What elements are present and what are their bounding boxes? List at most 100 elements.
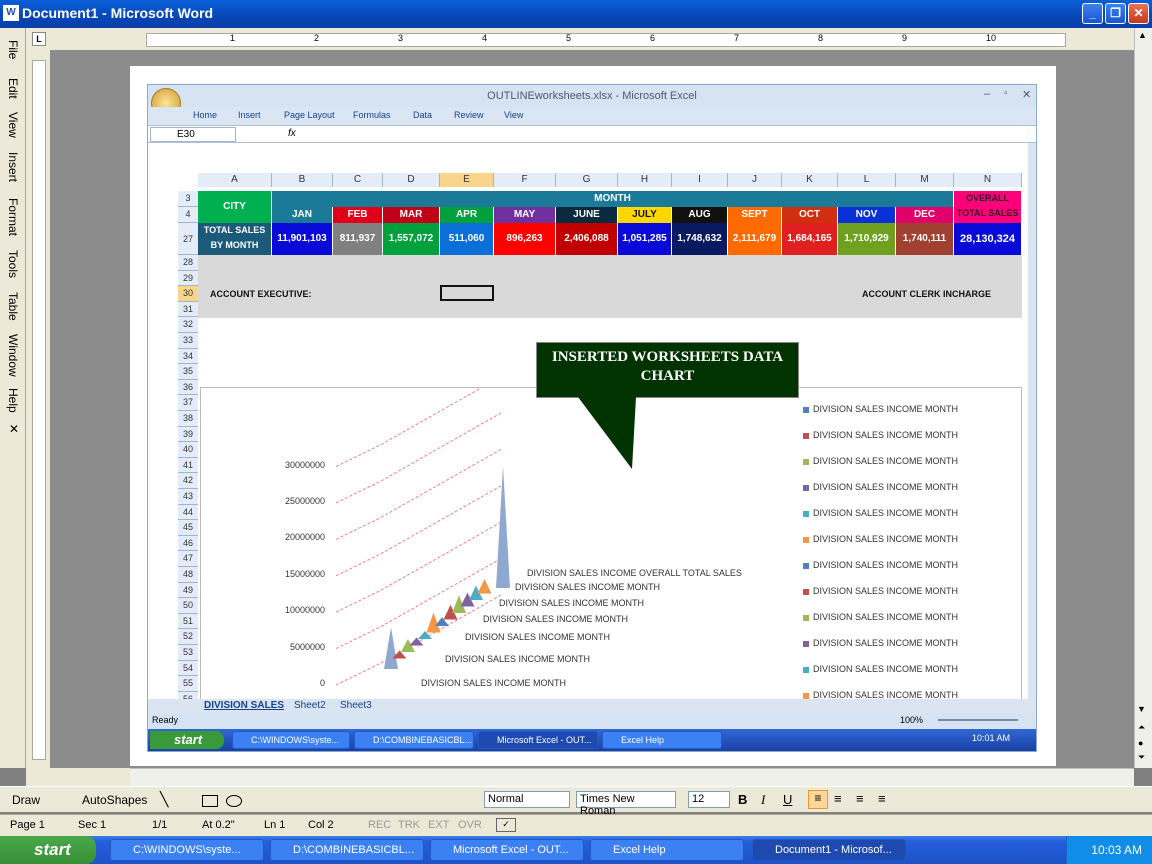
row-header-40[interactable]: 40 <box>178 442 198 458</box>
row-header-53[interactable]: 53 <box>178 645 198 661</box>
row-header-51[interactable]: 51 <box>178 613 198 630</box>
menu-table[interactable]: Table <box>6 292 20 321</box>
task-word[interactable]: Document1 - Microsof... <box>752 839 906 861</box>
column-header-c[interactable]: C <box>333 173 383 187</box>
excel-close-icon[interactable]: ✕ <box>1022 88 1031 101</box>
ribbon-tab-view[interactable]: View <box>504 110 523 120</box>
excel-max-icon[interactable]: ▫ <box>1004 88 1008 99</box>
column-header-d[interactable]: D <box>383 173 440 187</box>
menu-format[interactable]: Format <box>6 198 20 236</box>
column-header-i[interactable]: I <box>672 173 728 187</box>
view-buttons[interactable] <box>26 768 130 786</box>
row-header-50[interactable]: 50 <box>178 598 198 614</box>
align-right-button[interactable]: ≡ <box>856 791 864 806</box>
row-header-32[interactable]: 32 <box>178 317 198 333</box>
column-header-b[interactable]: B <box>272 173 333 187</box>
font-box[interactable]: Times New Roman <box>576 791 676 817</box>
status-rec[interactable]: REC <box>368 819 391 831</box>
vertical-ruler[interactable] <box>26 50 50 768</box>
menu-file[interactable]: File <box>6 40 20 59</box>
row-header-39[interactable]: 39 <box>178 426 198 443</box>
row-header-41[interactable]: 41 <box>178 457 198 474</box>
row-header-42[interactable]: 42 <box>178 473 198 489</box>
ribbon-tab-page-layout[interactable]: Page Layout <box>284 110 335 120</box>
maximize-button[interactable]: ❐ <box>1105 3 1126 24</box>
column-header-j[interactable]: J <box>728 173 782 187</box>
menu-view[interactable]: View <box>6 112 20 138</box>
close-button[interactable]: ✕ <box>1128 3 1149 24</box>
row-header-34[interactable]: 34 <box>178 348 198 365</box>
scroll-up-icon[interactable]: ▲ <box>1138 30 1147 40</box>
row-header-43[interactable]: 43 <box>178 489 198 505</box>
status-ext[interactable]: EXT <box>428 819 449 831</box>
row-header-49[interactable]: 49 <box>178 582 198 599</box>
task-folder[interactable]: D:\COMBINEBASICBL... <box>270 839 424 861</box>
row-header-38[interactable]: 38 <box>178 411 198 427</box>
line-icon[interactable]: ╲ <box>160 791 168 808</box>
xtask-folder[interactable]: D:\COMBINEBASICBL... <box>354 731 474 749</box>
align-center-button[interactable]: ≡ <box>834 791 842 806</box>
column-header-f[interactable]: F <box>494 173 556 187</box>
status-trk[interactable]: TRK <box>398 819 420 831</box>
row-header-28[interactable]: 28 <box>178 255 198 271</box>
bold-button[interactable]: B <box>738 792 747 807</box>
row-header-36[interactable]: 36 <box>178 379 198 396</box>
ribbon-tab-home[interactable]: Home <box>193 110 217 120</box>
status-ovr[interactable]: OVR <box>458 819 482 831</box>
align-left-button[interactable]: ≡ <box>808 790 828 809</box>
task-excel-help[interactable]: Excel Help <box>590 839 744 861</box>
ribbon-tab-review[interactable]: Review <box>454 110 484 120</box>
ribbon-tab-formulas[interactable]: Formulas <box>353 110 391 120</box>
column-header-e[interactable]: E <box>440 173 494 187</box>
row-header-54[interactable]: 54 <box>178 660 198 677</box>
draw-menu[interactable]: Draw <box>12 793 40 807</box>
menu-tools[interactable]: Tools <box>6 250 20 278</box>
menu-insert[interactable]: Insert <box>6 152 20 182</box>
excel-min-icon[interactable]: – <box>984 88 990 100</box>
row-header-29[interactable]: 29 <box>178 270 198 287</box>
column-header-n[interactable]: N <box>954 173 1022 187</box>
underline-button[interactable]: U <box>783 792 792 807</box>
row-header-44[interactable]: 44 <box>178 504 198 521</box>
zoom-level[interactable]: 100% <box>900 715 923 725</box>
row-header-46[interactable]: 46 <box>178 535 198 552</box>
worksheet-grid[interactable]: A B C D E F G H I J K L M N 3 4 27 28 29 30 31 32 33 34 35 36 37 38… <box>148 143 1028 749</box>
rectangle-icon[interactable] <box>202 795 218 807</box>
row-header-48[interactable]: 48 <box>178 567 198 583</box>
row-header-47[interactable]: 47 <box>178 551 198 567</box>
row-header-37[interactable]: 37 <box>178 395 198 411</box>
menu-edit[interactable]: Edit <box>6 78 20 99</box>
column-header-m[interactable]: M <box>896 173 954 187</box>
horizontal-scrollbar[interactable] <box>130 768 1134 786</box>
xtask-excel[interactable]: Microsoft Excel - OUT... <box>478 731 598 749</box>
row-header-33[interactable]: 33 <box>178 333 198 349</box>
justify-button[interactable]: ≡ <box>878 791 886 806</box>
excel-start-button[interactable]: start <box>150 731 224 749</box>
row-header-52[interactable]: 52 <box>178 629 198 645</box>
xtask-cmd[interactable]: C:\WINDOWS\syste... <box>232 731 350 749</box>
italic-button[interactable]: I <box>761 792 765 808</box>
font-size-box[interactable]: 12 <box>688 791 730 808</box>
minimize-button[interactable]: _ <box>1082 3 1103 24</box>
menu-help[interactable]: Help <box>6 388 20 413</box>
row-header-27[interactable]: 27 <box>178 223 198 255</box>
style-box[interactable]: Normal <box>484 791 570 808</box>
next-page-icon[interactable]: ⏷ <box>1138 752 1145 763</box>
ribbon-tab-data[interactable]: Data <box>413 110 432 120</box>
tab-selector[interactable]: L <box>32 32 46 46</box>
column-header-h[interactable]: H <box>618 173 672 187</box>
row-header-35[interactable]: 35 <box>178 364 198 380</box>
row-header-3[interactable]: 3 <box>178 191 198 207</box>
row-header-31[interactable]: 31 <box>178 301 198 318</box>
row-header-55[interactable]: 55 <box>178 676 198 692</box>
sheet-tab-2[interactable]: Sheet2 <box>294 700 326 711</box>
ribbon-tab-insert[interactable]: Insert <box>238 110 261 120</box>
row-header-30[interactable]: 30 <box>178 286 198 302</box>
scroll-down-icon[interactable]: ▼ <box>1137 704 1146 714</box>
horizontal-ruler[interactable]: L 1 2 3 4 5 6 7 8 9 10 <box>26 28 1134 50</box>
row-header-45[interactable]: 45 <box>178 520 198 536</box>
column-header-a[interactable]: A <box>198 173 272 187</box>
word-app-icon[interactable]: W <box>3 5 19 21</box>
task-excel[interactable]: Microsoft Excel - OUT... <box>430 839 584 861</box>
select-browse-icon[interactable]: ● <box>1138 738 1143 748</box>
